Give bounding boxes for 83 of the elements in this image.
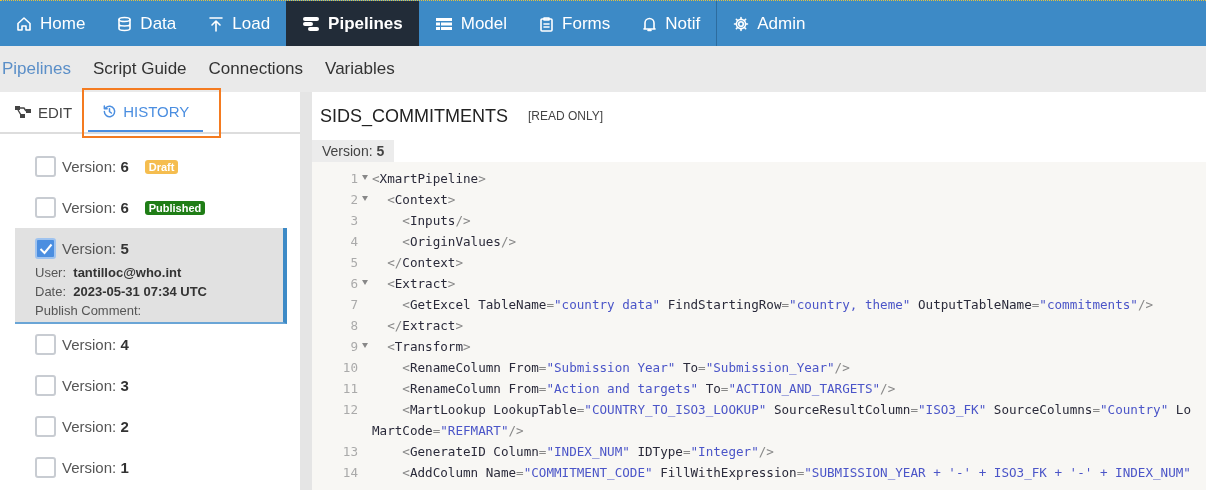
code-line: <Inputs/> bbox=[401, 213, 471, 228]
bell-icon bbox=[642, 15, 658, 32]
checkbox[interactable] bbox=[35, 375, 56, 396]
subnav-link[interactable]: Pipelines bbox=[2, 59, 71, 79]
version-label: Version: 1 bbox=[62, 459, 129, 476]
detail-text: Date: 2023-05-31 07:34 UTC bbox=[35, 284, 208, 299]
version-tab[interactable]: Version: 5 bbox=[312, 140, 395, 162]
gear-icon bbox=[733, 15, 750, 32]
version-label: Version: 2 bbox=[62, 418, 129, 435]
checkbox[interactable] bbox=[35, 457, 56, 478]
line-number: 13 bbox=[342, 444, 358, 459]
status-badge: Published bbox=[144, 200, 206, 215]
version-label: Version: 5 bbox=[62, 240, 129, 257]
panel-tab[interactable]: EDIT bbox=[14, 92, 85, 132]
pipeline-title: SIDS_COMMITMENTS bbox=[320, 105, 508, 127]
code-line: <XmartPipeline> bbox=[372, 171, 486, 186]
line-number: 11 bbox=[342, 381, 358, 396]
nav-tab[interactable]: Notif bbox=[626, 1, 717, 46]
code-line: <Transform> bbox=[386, 339, 471, 354]
panel-tab[interactable]: HISTORY bbox=[88, 92, 204, 132]
checkbox[interactable] bbox=[35, 416, 56, 437]
code-line: <RenameColumn From="Action and targets" To="ACTION_AND_TARGETS"/> bbox=[401, 381, 896, 396]
version-label: Version: 4 bbox=[62, 336, 129, 353]
check-icon bbox=[38, 242, 53, 255]
line-number: 2 bbox=[350, 192, 358, 207]
detail-text: Publish Comment: bbox=[35, 303, 143, 318]
code-line: <RenameColumn From="Submission Year" To="Submission_Year"/> bbox=[401, 360, 850, 375]
home-icon bbox=[16, 15, 32, 32]
nav-tab[interactable]: Admin bbox=[717, 1, 822, 46]
nav-tab[interactable]: Pipelines bbox=[286, 1, 419, 46]
subnav-link[interactable]: Connections bbox=[208, 59, 304, 79]
line-number: 3 bbox=[350, 213, 358, 228]
detail-text: User: tantilloc@who.int bbox=[35, 265, 183, 280]
line-number: 1 bbox=[350, 171, 358, 186]
version-item[interactable]: Version: 5 User: tantilloc@who.int Date: 2023-05-31 07:34 UTC Publish Comment: bbox=[15, 228, 287, 324]
database-icon bbox=[117, 15, 133, 32]
nav-tab[interactable]: Home bbox=[0, 1, 102, 46]
splitter-handle[interactable] bbox=[300, 92, 312, 490]
checkbox[interactable] bbox=[35, 197, 56, 218]
code-line: <Extract> bbox=[386, 276, 456, 291]
fold-arrow-icon[interactable] bbox=[362, 175, 368, 180]
code-line: MartCode="REFMART"/> bbox=[372, 423, 524, 438]
version-label: Version: 6 bbox=[62, 199, 129, 216]
hierarchy-icon bbox=[14, 105, 32, 119]
clipboard-icon bbox=[539, 15, 555, 32]
table-icon bbox=[434, 16, 453, 31]
line-number: 12 bbox=[342, 402, 358, 417]
read-only-label: [READ ONLY] bbox=[528, 109, 604, 123]
line-number: 4 bbox=[350, 234, 358, 249]
line-number: 9 bbox=[350, 339, 358, 354]
version-label: Version: 6 bbox=[62, 158, 129, 175]
code-line: <GenerateID Column="INDEX_NUM" IDType="Integer"/> bbox=[401, 444, 774, 459]
nav-tab[interactable]: Data bbox=[101, 1, 193, 46]
nav-tab[interactable]: Load bbox=[192, 1, 287, 46]
code-editor[interactable] bbox=[312, 162, 1206, 490]
line-number: 6 bbox=[350, 276, 358, 291]
history-icon bbox=[102, 103, 118, 119]
code-line: <MartLookup LookupTable="COUNTRY_TO_ISO3_LOOKUP" SourceResultColumn="ISO3_FK" SourceColumns="Country" Lo bbox=[401, 402, 1191, 417]
fold-arrow-icon[interactable] bbox=[362, 280, 368, 285]
line-number: 8 bbox=[350, 318, 358, 333]
checkbox[interactable] bbox=[35, 238, 56, 259]
line-number: 10 bbox=[342, 360, 358, 375]
fold-arrow-icon[interactable] bbox=[362, 196, 368, 201]
nav-tab[interactable]: Model bbox=[418, 1, 524, 46]
code-line: </Context> bbox=[386, 255, 463, 270]
subnav-link[interactable]: Script Guide bbox=[93, 59, 187, 79]
version-label: Version: 3 bbox=[62, 377, 129, 394]
code-line: </Extract> bbox=[386, 318, 463, 333]
code-line: <OriginValues/> bbox=[401, 234, 517, 249]
line-number: 7 bbox=[350, 297, 358, 312]
line-number: 14 bbox=[342, 465, 358, 480]
code-line: <Context> bbox=[386, 192, 456, 207]
status-badge: Draft bbox=[144, 159, 179, 174]
checkbox[interactable] bbox=[35, 334, 56, 355]
upload-icon bbox=[208, 15, 225, 32]
code-line: <AddColumn Name="COMMITMENT_CODE" FillWithExpression="SUBMISSION_YEAR + '-' + ISO3_FK + '-' + INDEX_NUM" bbox=[401, 465, 1191, 480]
line-number: 5 bbox=[350, 255, 358, 270]
subnav-link[interactable]: Variables bbox=[325, 59, 395, 79]
nav-tab[interactable]: Forms bbox=[523, 1, 627, 46]
fold-arrow-icon[interactable] bbox=[362, 343, 368, 348]
flow-icon bbox=[302, 15, 321, 32]
code-line: <GetExcel TableName="country data" FindStartingRow="country, theme" OutputTableName="commitments"/> bbox=[401, 297, 1154, 312]
checkbox[interactable] bbox=[35, 156, 56, 177]
